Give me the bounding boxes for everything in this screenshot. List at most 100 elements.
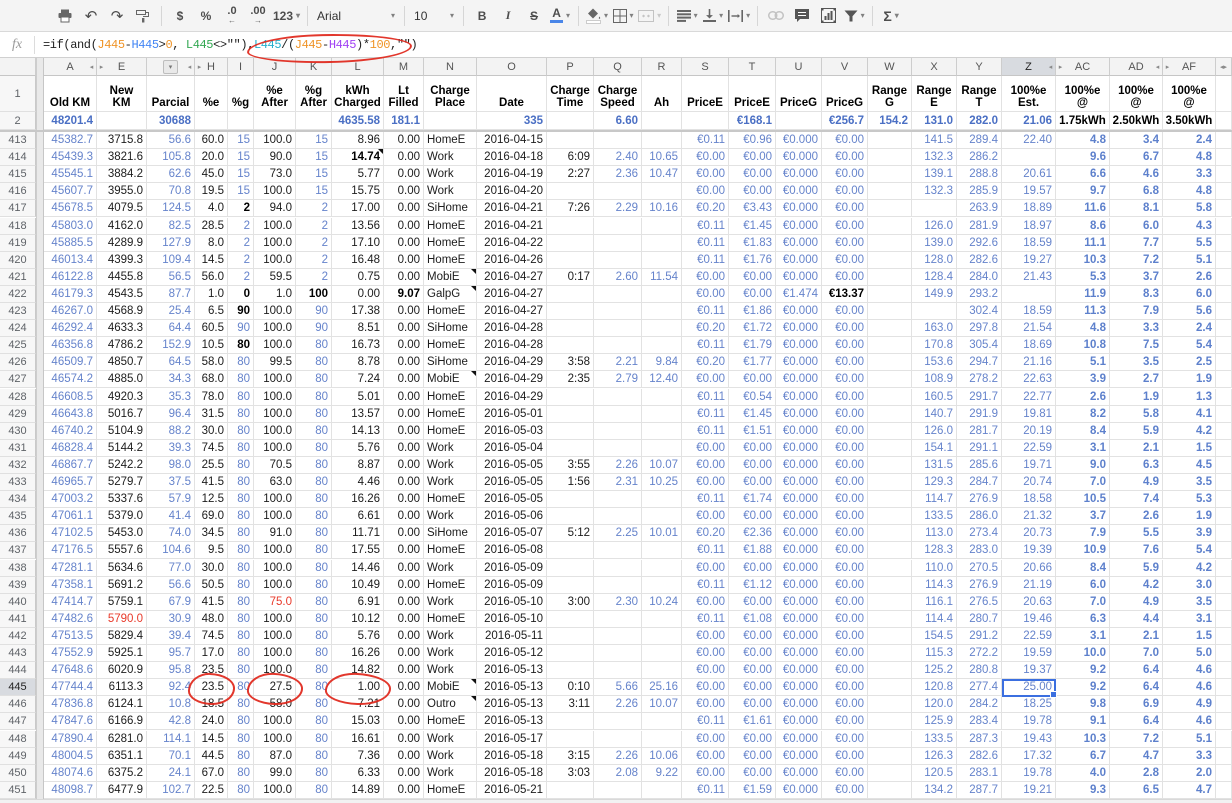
cell-L428[interactable]: 5.01 bbox=[332, 389, 384, 406]
cell-X446[interactable]: 120.0 bbox=[912, 696, 957, 713]
cell-Z421[interactable]: 21.43 bbox=[1002, 269, 1056, 286]
cell-T434[interactable]: €1.74 bbox=[729, 491, 776, 508]
cell-AF434[interactable]: 5.3 bbox=[1163, 491, 1216, 508]
cell-P423[interactable] bbox=[547, 303, 594, 320]
cell-V434[interactable]: €0.00 bbox=[822, 491, 868, 508]
cell-AF441[interactable]: 3.1 bbox=[1163, 611, 1216, 628]
cell-S444[interactable]: €0.00 bbox=[682, 662, 729, 679]
cell-W421[interactable] bbox=[868, 269, 912, 286]
cell-P424[interactable] bbox=[547, 320, 594, 337]
cell-O416[interactable]: 2016-04-20 bbox=[477, 183, 547, 200]
row-header-444[interactable]: 444 bbox=[0, 662, 36, 679]
cell-O450[interactable]: 2016-05-18 bbox=[477, 765, 547, 782]
cell-E416[interactable]: 3955.0 bbox=[97, 183, 147, 200]
cell-Y439[interactable]: 276.9 bbox=[957, 577, 1002, 594]
cell-K433[interactable]: 80 bbox=[296, 474, 332, 491]
cell-I431[interactable]: 80 bbox=[228, 440, 254, 457]
cell-U442[interactable]: €0.000 bbox=[776, 628, 822, 645]
cell-AC422[interactable]: 11.9 bbox=[1056, 286, 1110, 303]
cell-AD431[interactable]: 2.1 bbox=[1110, 440, 1163, 457]
cell-M1[interactable]: Lt Filled bbox=[384, 76, 424, 112]
cell-M443[interactable]: 0.00 bbox=[384, 645, 424, 662]
cell-Z1[interactable]: 100%e Est. bbox=[1002, 76, 1056, 112]
cell-X416[interactable]: 132.3 bbox=[912, 183, 957, 200]
cell-O434[interactable]: 2016-05-05 bbox=[477, 491, 547, 508]
cell-R439[interactable] bbox=[642, 577, 682, 594]
cell-U444[interactable]: €0.000 bbox=[776, 662, 822, 679]
cell-U427[interactable]: €0.000 bbox=[776, 371, 822, 388]
cell-Z438[interactable]: 20.66 bbox=[1002, 560, 1056, 577]
cell-K429[interactable]: 80 bbox=[296, 406, 332, 423]
cell-L433[interactable]: 4.46 bbox=[332, 474, 384, 491]
cell-W413[interactable] bbox=[868, 132, 912, 149]
cell-X1[interactable]: Range E bbox=[912, 76, 957, 112]
cell-U415[interactable]: €0.000 bbox=[776, 166, 822, 183]
cell-V442[interactable]: €0.00 bbox=[822, 628, 868, 645]
cell-U438[interactable]: €0.000 bbox=[776, 560, 822, 577]
row-header-436[interactable]: 436 bbox=[0, 525, 36, 542]
cell-J450[interactable]: 99.0 bbox=[254, 765, 296, 782]
column-header-E[interactable]: ▸E bbox=[97, 58, 147, 76]
cell-F429[interactable]: 96.4 bbox=[147, 406, 195, 423]
row-header-451[interactable]: 451 bbox=[0, 782, 36, 799]
cell-P1[interactable]: Charge Time bbox=[547, 76, 594, 112]
cell-N425[interactable]: HomeE bbox=[424, 337, 477, 354]
cell-T443[interactable]: €0.00 bbox=[729, 645, 776, 662]
cell-W437[interactable] bbox=[868, 542, 912, 559]
row-header-430[interactable]: 430 bbox=[0, 423, 36, 440]
cell-Q445[interactable]: 5.66 bbox=[594, 679, 642, 696]
cell-T442[interactable]: €0.00 bbox=[729, 628, 776, 645]
cell-T418[interactable]: €1.45 bbox=[729, 218, 776, 235]
cell-stub-422[interactable] bbox=[1216, 286, 1232, 303]
row-header-427[interactable]: 427 bbox=[0, 371, 36, 388]
cell-P435[interactable] bbox=[547, 508, 594, 525]
cell-stub-441[interactable] bbox=[1216, 611, 1232, 628]
cell-N440[interactable]: Work bbox=[424, 594, 477, 611]
cell-AF413[interactable]: 2.4 bbox=[1163, 132, 1216, 149]
cell-K428[interactable]: 80 bbox=[296, 389, 332, 406]
cell-P419[interactable] bbox=[547, 235, 594, 252]
cell-Q415[interactable]: 2.36 bbox=[594, 166, 642, 183]
cell-T430[interactable]: €1.51 bbox=[729, 423, 776, 440]
cell-R423[interactable] bbox=[642, 303, 682, 320]
cell-Q424[interactable] bbox=[594, 320, 642, 337]
cell-A429[interactable]: 46643.8 bbox=[44, 406, 97, 423]
cell-L1[interactable]: kWh Charged bbox=[332, 76, 384, 112]
cell-X444[interactable]: 125.2 bbox=[912, 662, 957, 679]
cell-X2[interactable]: 131.0 bbox=[912, 112, 957, 130]
cell-stub-443[interactable] bbox=[1216, 645, 1232, 662]
cell-W444[interactable] bbox=[868, 662, 912, 679]
column-header-U[interactable]: U bbox=[776, 58, 822, 76]
cell-O435[interactable]: 2016-05-06 bbox=[477, 508, 547, 525]
cell-U1[interactable]: PriceG bbox=[776, 76, 822, 112]
cell-J419[interactable]: 100.0 bbox=[254, 235, 296, 252]
row-header-418[interactable]: 418 bbox=[0, 218, 36, 235]
cell-F436[interactable]: 74.0 bbox=[147, 525, 195, 542]
cell-Q420[interactable] bbox=[594, 252, 642, 269]
column-header-K[interactable]: K bbox=[296, 58, 332, 76]
cell-stub-451[interactable] bbox=[1216, 782, 1232, 799]
cell-stub-442[interactable] bbox=[1216, 628, 1232, 645]
cell-stub-424[interactable] bbox=[1216, 320, 1232, 337]
cell-W419[interactable] bbox=[868, 235, 912, 252]
unhide-columns-arrow[interactable]: ◂ bbox=[1047, 63, 1054, 71]
cell-E450[interactable]: 6375.2 bbox=[97, 765, 147, 782]
cell-Q440[interactable]: 2.30 bbox=[594, 594, 642, 611]
cell-N422[interactable]: GalpG bbox=[424, 286, 477, 303]
cell-P447[interactable] bbox=[547, 713, 594, 730]
cell-X447[interactable]: 125.9 bbox=[912, 713, 957, 730]
cell-S437[interactable]: €0.11 bbox=[682, 542, 729, 559]
cell-AF419[interactable]: 5.5 bbox=[1163, 235, 1216, 252]
cell-X433[interactable]: 129.3 bbox=[912, 474, 957, 491]
cell-AC430[interactable]: 8.4 bbox=[1056, 423, 1110, 440]
cell-P433[interactable]: 1:56 bbox=[547, 474, 594, 491]
cell-O414[interactable]: 2016-04-18 bbox=[477, 149, 547, 166]
cell-E415[interactable]: 3884.2 bbox=[97, 166, 147, 183]
cell-Y441[interactable]: 280.7 bbox=[957, 611, 1002, 628]
cell-AD449[interactable]: 4.7 bbox=[1110, 748, 1163, 765]
cell-AD435[interactable]: 2.6 bbox=[1110, 508, 1163, 525]
cell-F430[interactable]: 88.2 bbox=[147, 423, 195, 440]
cell-H436[interactable]: 34.5 bbox=[195, 525, 228, 542]
cell-W450[interactable] bbox=[868, 765, 912, 782]
strikethrough-button[interactable]: S bbox=[523, 4, 545, 28]
